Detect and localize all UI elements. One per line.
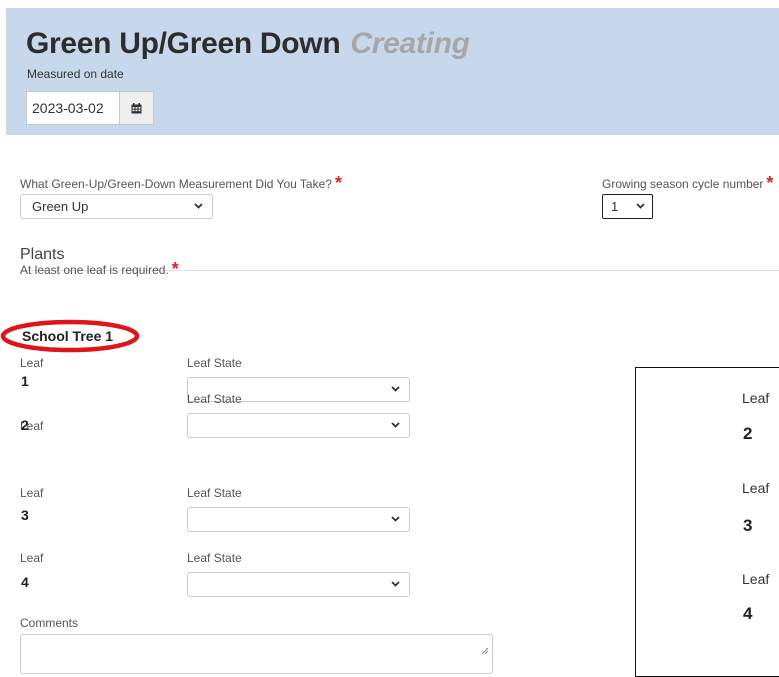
resize-handle-icon xyxy=(481,647,489,655)
cycle-select-value: 1 xyxy=(611,199,619,214)
date-input[interactable]: 2023-03-02 xyxy=(26,91,119,125)
measured-date-label: Measured on date xyxy=(27,67,124,81)
leaf-state-select[interactable] xyxy=(187,507,410,532)
leaf-label: Leaf xyxy=(20,356,44,370)
measurement-select-value: Green Up xyxy=(32,199,89,214)
callout-leaf-number: 2 xyxy=(743,424,753,443)
leaf-state-select[interactable] xyxy=(187,413,410,438)
callout-leaf-number: 4 xyxy=(743,604,753,623)
callout-leaf-label: Leaf xyxy=(742,480,770,496)
cycle-select[interactable]: 1 xyxy=(602,194,653,219)
leaf-state-label: Leaf State xyxy=(187,486,242,500)
zoom-callout: Leaf 2 Leaf 3 Leaf 4 xyxy=(635,367,779,677)
chevron-down-icon xyxy=(391,386,400,392)
required-marker: * xyxy=(766,173,774,193)
leaf-state-label: Leaf State xyxy=(187,551,242,565)
chevron-down-icon xyxy=(391,422,400,428)
callout-leaf-label: Leaf xyxy=(742,571,770,587)
form-header: Green Up/Green Down Creating Measured on … xyxy=(6,8,779,135)
leaf-number: 3 xyxy=(21,507,29,523)
leaf-state-label: Leaf State xyxy=(187,356,242,370)
annotation-ellipse xyxy=(0,319,140,353)
page-title: Green Up/Green Down Creating xyxy=(26,27,470,61)
leaf-label: Leaf xyxy=(20,486,44,500)
status-text: Creating xyxy=(350,27,470,60)
date-picker: 2023-03-02 xyxy=(26,91,154,125)
measurement-select[interactable]: Green Up xyxy=(20,194,213,219)
required-marker: * xyxy=(334,173,342,193)
cycle-label-text: Growing season cycle number xyxy=(602,177,764,191)
leaf-requirement-text: At least one leaf is required. xyxy=(20,263,169,277)
chevron-down-icon xyxy=(391,581,400,587)
required-marker: * xyxy=(171,259,179,279)
leaf-state-select[interactable] xyxy=(187,572,410,597)
callout-leaf-number: 3 xyxy=(743,516,753,535)
page-title-text: Green Up/Green Down xyxy=(26,27,341,60)
chevron-down-icon xyxy=(194,203,203,209)
calendar-icon xyxy=(131,102,142,113)
callout-leaf-label: Leaf xyxy=(742,390,770,406)
comments-textarea[interactable] xyxy=(20,634,493,674)
calendar-button[interactable] xyxy=(119,91,154,125)
chevron-down-icon xyxy=(636,203,645,209)
leaf-state-label: Leaf State xyxy=(187,392,242,406)
comments-label: Comments xyxy=(20,616,79,630)
leaf-number: 2 xyxy=(21,417,29,433)
leaf-requirement: At least one leaf is required. * xyxy=(20,258,179,279)
measurement-question-text: What Green-Up/Green-Down Measurement Did… xyxy=(20,177,332,191)
leaf-number: 1 xyxy=(21,373,29,389)
chevron-down-icon xyxy=(391,516,400,522)
leaf-label: Leaf xyxy=(20,551,44,565)
cycle-label: Growing season cycle number * xyxy=(602,172,773,193)
measurement-question: What Green-Up/Green-Down Measurement Did… xyxy=(20,172,342,193)
leaf-number: 4 xyxy=(21,574,29,590)
